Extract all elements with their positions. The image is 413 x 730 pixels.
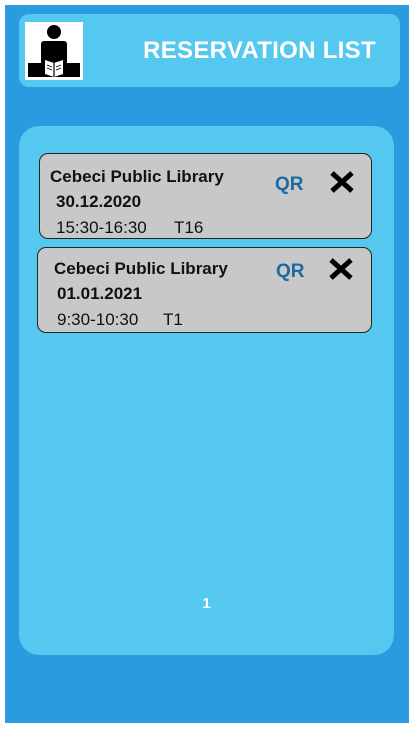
app-screen: RESERVATION LIST Cebeci Public Library 3… <box>5 5 409 723</box>
reservation-time: 15:30-16:30 <box>56 218 147 237</box>
reservation-date: 30.12.2020 <box>56 192 142 211</box>
qr-button[interactable]: QR <box>275 174 304 196</box>
close-icon[interactable] <box>328 258 354 280</box>
table-number: T16 <box>174 218 204 237</box>
page-title: RESERVATION LIST <box>143 37 376 64</box>
reservation-card: Cebeci Public Library 30.12.2020 15:30-1… <box>39 153 372 239</box>
table-number: T1 <box>163 310 183 329</box>
library-name: Cebeci Public Library <box>54 259 228 278</box>
qr-button[interactable]: QR <box>276 261 305 283</box>
reservation-list-panel: Cebeci Public Library 30.12.2020 15:30-1… <box>19 126 394 655</box>
close-icon[interactable] <box>329 171 355 193</box>
header-bar: RESERVATION LIST <box>19 14 400 87</box>
reservation-date: 01.01.2021 <box>57 284 143 303</box>
reservation-card: Cebeci Public Library 01.01.2021 9:30-10… <box>37 247 372 333</box>
person-reading-book-icon <box>25 22 83 80</box>
reservation-time: 9:30-10:30 <box>57 310 139 329</box>
page-number[interactable]: 1 <box>19 595 394 612</box>
library-name: Cebeci Public Library <box>50 167 224 186</box>
